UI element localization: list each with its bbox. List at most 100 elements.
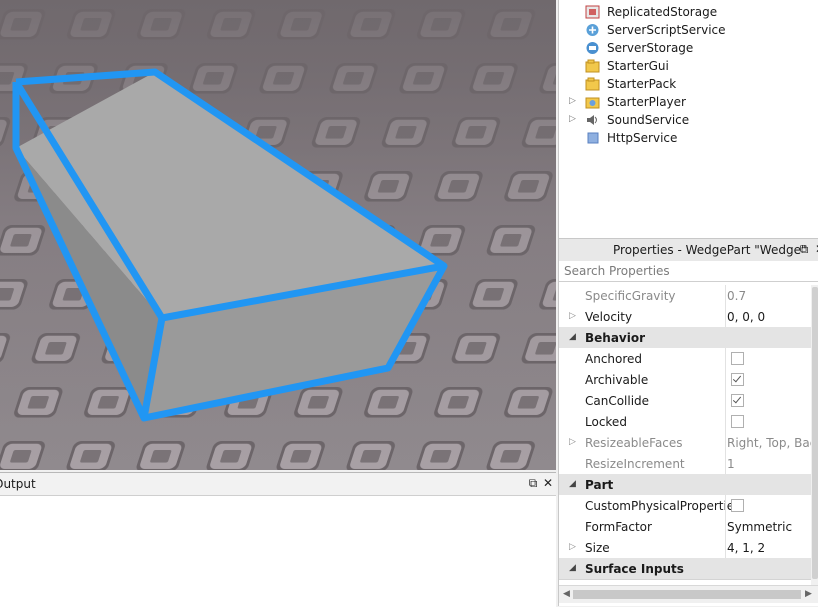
horizontal-scrollbar[interactable]: ◀ ▶ — [559, 585, 818, 603]
property-row[interactable]: Locked — [559, 411, 811, 433]
explorer-item[interactable]: ServerStorage — [559, 39, 818, 57]
explorer-item-label: ServerStorage — [607, 41, 694, 55]
expand-arrow-icon[interactable]: ▷ — [569, 311, 576, 321]
properties-titlebar: Properties - WedgePart "Wedge" ⧉ ✕ — [559, 238, 818, 262]
property-name: Size — [585, 541, 610, 555]
property-row[interactable]: Anchored — [559, 348, 811, 370]
properties-panel: Properties - WedgePart "Wedge" ⧉ ✕ Speci… — [558, 238, 818, 606]
property-row[interactable]: CanCollide — [559, 390, 811, 412]
expand-arrow-icon[interactable]: ▷ — [569, 114, 576, 124]
collapse-arrow-icon[interactable]: ◢ — [569, 563, 576, 573]
starter-player-icon — [585, 97, 600, 109]
property-row[interactable]: CustomPhysicalProperties — [559, 495, 811, 517]
scroll-right-icon[interactable]: ▶ — [805, 589, 812, 599]
property-value[interactable]: 4, 1, 2 — [727, 541, 811, 555]
replicated-storage-icon — [585, 5, 600, 19]
property-checkbox[interactable] — [731, 415, 744, 428]
explorer-item[interactable]: ReplicatedStorage — [559, 3, 818, 21]
property-checkbox[interactable] — [731, 373, 744, 386]
sound-service-icon — [587, 115, 597, 125]
column-divider — [725, 495, 726, 516]
column-divider — [725, 306, 726, 327]
expand-arrow-icon[interactable]: ▷ — [569, 542, 576, 552]
property-row[interactable]: ResizeIncrement 1 — [559, 453, 811, 475]
property-name: CustomPhysicalProperties — [585, 499, 741, 513]
viewport-3d[interactable] — [0, 0, 556, 470]
property-value: Right, Top, Back — [727, 436, 811, 450]
explorer-item[interactable]: ServerScriptService — [559, 21, 818, 39]
property-category[interactable]: ◢ Behavior — [559, 327, 811, 349]
property-name: Behavior — [585, 331, 646, 345]
close-icon[interactable]: ✕ — [813, 242, 818, 256]
starter-gui-icon — [585, 59, 600, 73]
explorer-item-label: StarterPlayer — [607, 95, 686, 109]
output-panel: Output ⧉ ✕ — [0, 472, 556, 607]
property-name: ResizeIncrement — [585, 457, 685, 471]
restore-icon[interactable]: ⧉ — [526, 476, 540, 490]
property-name: Velocity — [585, 310, 633, 324]
property-checkbox[interactable] — [731, 499, 744, 512]
property-name: Locked — [585, 415, 627, 429]
column-divider — [725, 369, 726, 390]
column-divider — [725, 432, 726, 453]
property-name: FormFactor — [585, 520, 652, 534]
column-divider — [725, 516, 726, 537]
explorer-item-label: ServerScriptService — [607, 23, 726, 37]
property-name: SpecificGravity — [585, 289, 676, 303]
explorer-item-label: SoundService — [607, 113, 690, 127]
scroll-left-icon[interactable]: ◀ — [563, 589, 570, 599]
output-title: Output — [0, 477, 36, 491]
explorer-item[interactable]: StarterGui — [559, 57, 818, 75]
property-name: Anchored — [585, 352, 643, 366]
column-divider — [725, 390, 726, 411]
property-checkbox[interactable] — [731, 394, 744, 407]
property-name: Part — [585, 478, 614, 492]
column-divider — [725, 411, 726, 432]
expand-arrow-icon[interactable]: ▷ — [569, 437, 576, 447]
property-category[interactable]: ◢ Surface Inputs — [559, 558, 811, 580]
explorer-item-label: StarterGui — [607, 59, 669, 73]
property-row[interactable]: ▷ Size 4, 1, 2 — [559, 537, 811, 559]
column-divider — [725, 348, 726, 369]
column-divider — [725, 285, 726, 306]
properties-grid: SpecificGravity 0.7 ▷ Velocity 0, 0, 0 ◢ Behav… — [559, 285, 811, 585]
scrollbar-thumb[interactable] — [812, 287, 818, 579]
column-divider — [725, 453, 726, 474]
expand-arrow-icon[interactable]: ▷ — [569, 96, 576, 106]
close-icon[interactable]: ✕ — [541, 476, 555, 490]
property-row[interactable]: SpecificGravity 0.7 — [559, 285, 811, 307]
property-name: Surface Inputs — [585, 562, 684, 576]
properties-title: Properties - WedgePart "Wedge" — [613, 243, 807, 257]
property-name: ResizeableFaces — [585, 436, 683, 450]
explorer-item[interactable]: ▷ SoundService — [559, 111, 818, 129]
property-row[interactable]: ▷ ResizeableFaces Right, Top, Back — [559, 432, 811, 454]
server-script-service-icon — [586, 24, 599, 36]
column-divider — [725, 537, 726, 558]
property-row[interactable]: FormFactor Symmetric — [559, 516, 811, 538]
restore-icon[interactable]: ⧉ — [797, 242, 811, 256]
property-category[interactable]: ◢ Part — [559, 474, 811, 496]
property-value[interactable]: 0, 0, 0 — [727, 310, 811, 324]
property-row[interactable]: ▷ Velocity 0, 0, 0 — [559, 306, 811, 328]
collapse-arrow-icon[interactable]: ◢ — [569, 332, 576, 342]
scrollbar-thumb[interactable] — [573, 590, 801, 599]
property-checkbox[interactable] — [731, 352, 744, 365]
vertical-scrollbar[interactable] — [811, 285, 818, 585]
property-value: 1 — [727, 457, 735, 471]
starter-pack-icon — [585, 77, 600, 91]
http-service-icon — [587, 132, 599, 144]
explorer-item-label: ReplicatedStorage — [607, 5, 718, 19]
search-properties-input[interactable] — [559, 261, 818, 282]
property-value: 0.7 — [727, 289, 747, 303]
property-row[interactable]: Archivable — [559, 369, 811, 391]
property-name: Archivable — [585, 373, 649, 387]
explorer-item[interactable]: ▷ StarterPlayer — [559, 93, 818, 111]
property-value[interactable]: Symmetric — [727, 520, 811, 534]
scene-svg[interactable] — [0, 0, 556, 470]
collapse-arrow-icon[interactable]: ◢ — [569, 479, 576, 489]
explorer-item-label: HttpService — [607, 131, 678, 145]
explorer-item[interactable]: StarterPack — [559, 75, 818, 93]
explorer-item-label: StarterPack — [607, 77, 677, 91]
explorer-item[interactable]: HttpService — [559, 129, 818, 147]
explorer-panel: ReplicatedStorage ServerScriptService Serv… — [558, 0, 818, 238]
